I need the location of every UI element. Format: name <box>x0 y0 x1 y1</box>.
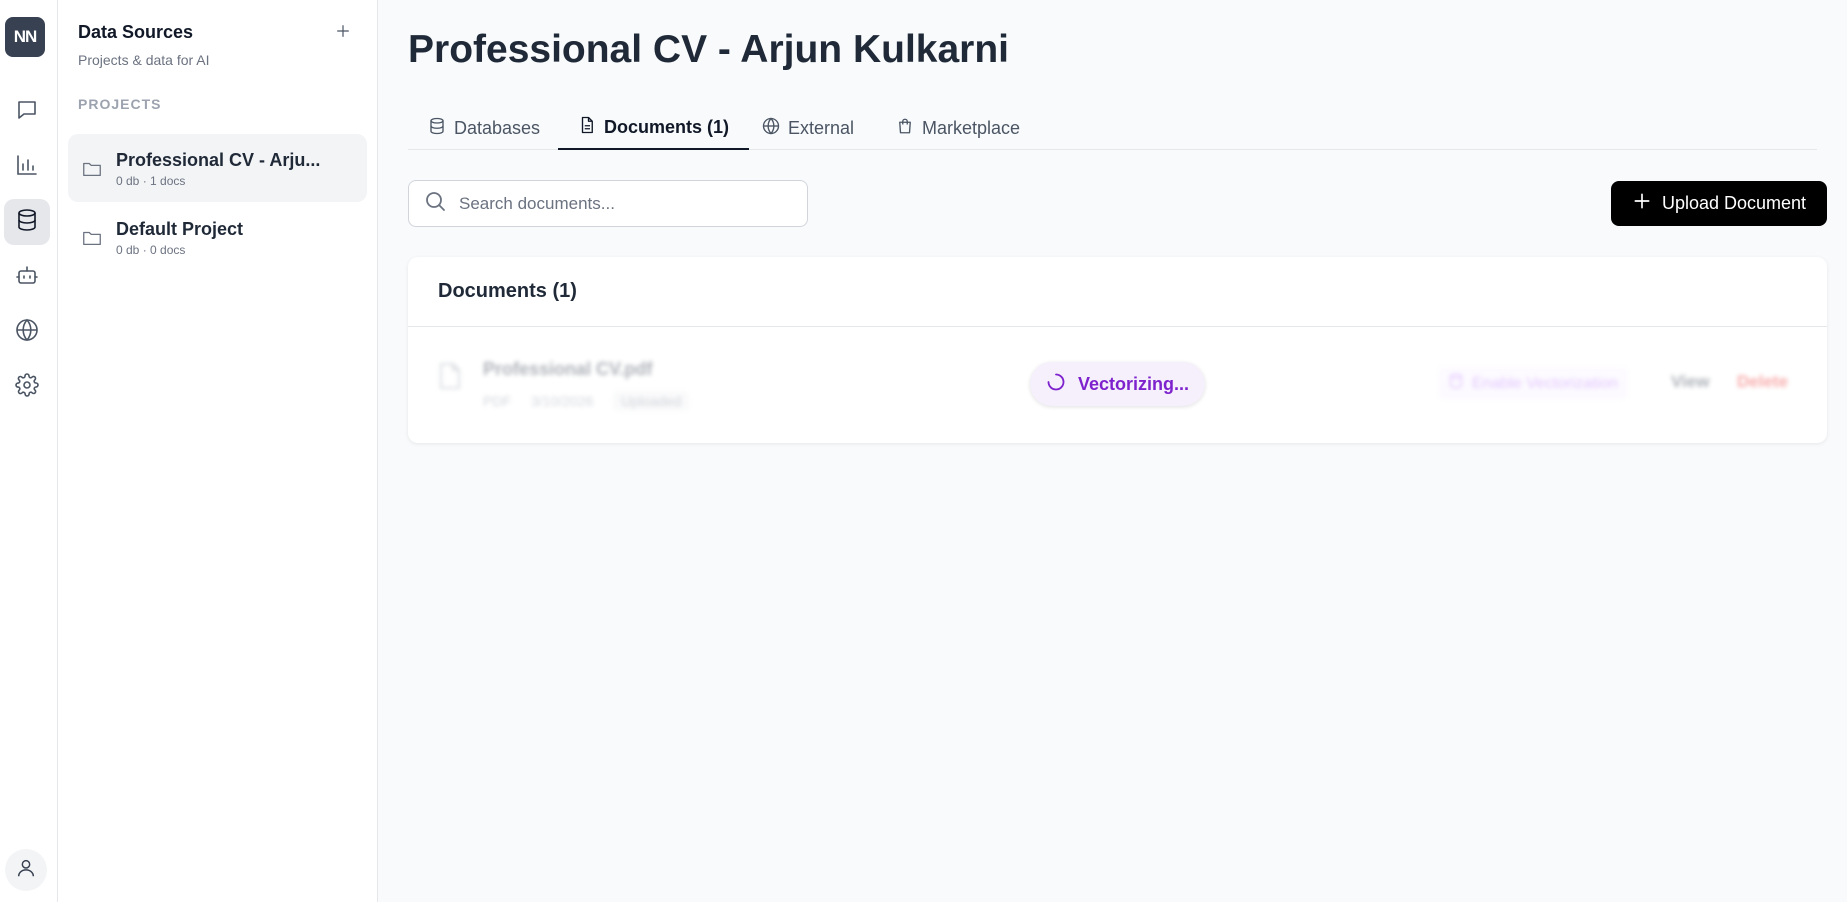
web-nav-button[interactable] <box>4 309 50 355</box>
page-title: Professional CV - Arjun Kulkarni <box>408 28 1009 71</box>
analytics-nav-button[interactable] <box>4 144 50 190</box>
database-icon <box>15 208 39 237</box>
main-content: Professional CV - Arjun Kulkarni Databas… <box>378 0 1847 902</box>
folder-icon <box>81 227 103 249</box>
project-name: Default Project <box>116 219 244 239</box>
tab-label: Databases <box>454 117 541 138</box>
vectorizing-label: Vectorizing... <box>1077 373 1190 394</box>
tab-label: Documents (1) <box>604 116 730 137</box>
upload-document-button[interactable]: Upload Document <box>1611 181 1827 226</box>
app-logo[interactable]: NN <box>5 17 45 57</box>
documents-card: Documents (1) Professional CV.pdf PDF 3/… <box>408 257 1827 443</box>
settings-nav-button[interactable] <box>4 364 50 410</box>
shopping-bag-icon <box>896 117 914 140</box>
project-name: Professional CV - Arju... <box>116 150 321 170</box>
search-icon <box>423 189 447 218</box>
view-button[interactable]: View <box>1671 372 1709 392</box>
tab-documents[interactable]: Documents (1) <box>558 106 750 150</box>
document-status-badge: Uploaded <box>613 391 690 411</box>
document-type: PDF <box>483 393 511 409</box>
enable-vectorization-label: Enable Vectorization <box>1472 374 1618 392</box>
projects-panel: Data Sources Projects & data for AI PROJ… <box>58 0 378 902</box>
plus-icon <box>335 19 351 45</box>
enable-vectorization-button[interactable]: Enable Vectorization <box>1438 367 1628 400</box>
user-avatar-button[interactable] <box>5 849 47 891</box>
database-icon <box>1448 373 1464 394</box>
projects-section-label: PROJECTS <box>78 96 162 112</box>
plus-icon <box>1632 191 1652 216</box>
chat-icon <box>15 98 39 127</box>
robot-icon <box>15 263 39 292</box>
vectorizing-status: Vectorizing... <box>1030 362 1205 406</box>
project-item-professional-cv[interactable]: Professional CV - Arju... 0 db · 1 docs <box>68 134 367 202</box>
project-item-default[interactable]: Default Project 0 db · 0 docs <box>68 203 367 271</box>
document-date: 3/10/2026 <box>531 393 594 409</box>
document-name[interactable]: Professional CV.pdf <box>483 359 652 380</box>
folder-icon <box>81 158 103 180</box>
agents-nav-button[interactable] <box>4 254 50 300</box>
file-icon <box>438 362 462 390</box>
bar-chart-icon <box>15 153 39 182</box>
tab-databases[interactable]: Databases <box>408 106 560 150</box>
tab-bar: Databases Documents (1) External Marketp… <box>408 106 1817 150</box>
tab-label: Marketplace <box>922 117 1021 138</box>
tab-external[interactable]: External <box>742 106 874 150</box>
panel-title: Data Sources <box>78 22 194 42</box>
document-icon <box>578 116 596 139</box>
chat-nav-button[interactable] <box>4 89 50 135</box>
globe-icon <box>762 116 780 140</box>
user-icon <box>15 857 37 884</box>
document-meta: PDF 3/10/2026 Uploaded <box>483 391 690 411</box>
documents-card-title: Documents (1) <box>408 257 1827 327</box>
search-input[interactable] <box>459 193 789 214</box>
tab-label: External <box>788 117 855 138</box>
add-project-button[interactable] <box>331 20 355 44</box>
data-sources-nav-button[interactable] <box>4 199 50 245</box>
project-meta: 0 db · 0 docs <box>116 243 186 257</box>
tab-marketplace[interactable]: Marketplace <box>876 106 1040 150</box>
delete-button[interactable]: Delete <box>1737 372 1788 392</box>
panel-subtitle: Projects & data for AI <box>78 52 210 68</box>
search-box <box>408 180 808 227</box>
icon-rail: NN <box>0 0 58 902</box>
project-meta: 0 db · 1 docs <box>116 174 186 188</box>
spinner-icon <box>1046 372 1066 397</box>
gear-icon <box>15 372 39 402</box>
database-icon <box>428 117 446 140</box>
document-row: Professional CV.pdf PDF 3/10/2026 Upload… <box>408 327 1827 443</box>
upload-label: Upload Document <box>1661 193 1807 213</box>
globe-icon <box>15 318 39 347</box>
